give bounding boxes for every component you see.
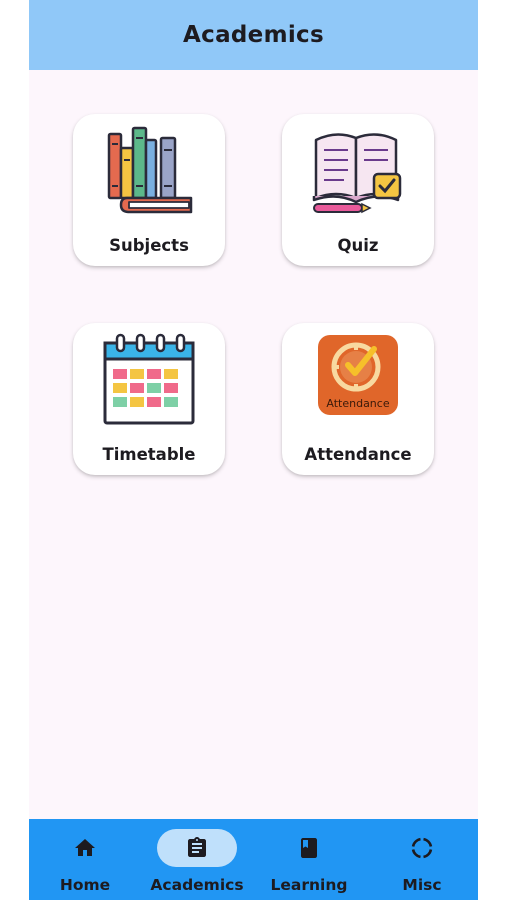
- timetable-label: Timetable: [102, 445, 196, 464]
- attendance-clock-icon: Attendance: [308, 329, 408, 429]
- bottom-navigation-bar: Home Academics Learning Misc: [29, 819, 478, 900]
- books-icon: [99, 120, 199, 220]
- timetable-tile[interactable]: Timetable: [73, 323, 225, 475]
- subjects-label: Subjects: [109, 236, 189, 255]
- quiz-tile[interactable]: Quiz: [282, 114, 434, 266]
- book-icon: [297, 836, 321, 860]
- nav-label-learning: Learning: [270, 876, 348, 894]
- quiz-label: Quiz: [337, 236, 379, 255]
- attendance-icon-text: Attendance: [326, 397, 389, 410]
- open-book-check-icon: [308, 120, 408, 220]
- calendar-icon: [99, 329, 199, 429]
- attendance-label: Attendance: [304, 445, 412, 464]
- app-screen: Academics Subjects Quiz Timetable Attend…: [29, 0, 478, 900]
- circle-dashed-icon: [410, 836, 434, 860]
- clipboard-icon: [185, 836, 209, 860]
- nav-label-home: Home: [59, 876, 111, 894]
- nav-item-learning[interactable]: Learning: [253, 819, 365, 900]
- nav-label-misc: Misc: [402, 876, 442, 894]
- nav-item-misc[interactable]: Misc: [366, 819, 478, 900]
- attendance-tile[interactable]: Attendance Attendance: [282, 323, 434, 475]
- nav-item-academics[interactable]: Academics: [141, 819, 253, 900]
- subjects-tile[interactable]: Subjects: [73, 114, 225, 266]
- home-icon: [73, 836, 97, 860]
- nav-label-academics: Academics: [150, 876, 244, 894]
- page-title: Academics: [183, 22, 324, 48]
- nav-item-home[interactable]: Home: [29, 819, 141, 900]
- app-bar: Academics: [29, 0, 478, 70]
